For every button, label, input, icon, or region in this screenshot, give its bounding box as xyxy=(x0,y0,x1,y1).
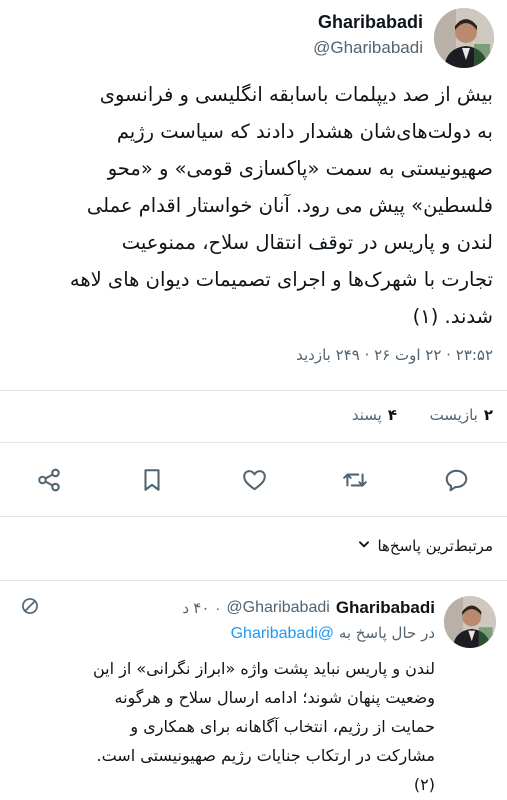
tweet-text-line: به دولت‌های‌شان هشدار دادند که سیاست رژی… xyxy=(116,120,493,143)
reply-handle[interactable]: @Gharibabadi xyxy=(226,599,329,617)
heart-icon[interactable] xyxy=(241,467,268,493)
reply-avatar[interactable] xyxy=(444,596,496,648)
replies-sort-dropdown[interactable]: مرتبط‌ترین پاسخ‌ها xyxy=(357,537,493,555)
chevron-down-icon xyxy=(357,537,371,555)
replying-to: در حال پاسخ به @Gharibabadi xyxy=(231,624,435,643)
no-entry-icon xyxy=(20,596,40,621)
replying-to-handle-link[interactable]: @Gharibabadi xyxy=(231,625,334,642)
tweet-text-line: تجارت با شهرک‌ها و اجرای تصمیمات دیوان ه… xyxy=(69,268,493,291)
comment-icon[interactable] xyxy=(443,467,470,493)
reply-text-line: وضعیت پنهان شوند؛ ادامه ارسال سلاح و هرگ… xyxy=(114,688,436,707)
like-label: پسند xyxy=(351,406,382,424)
divider xyxy=(0,390,507,391)
retweet-icon[interactable] xyxy=(341,467,369,493)
bookmark-icon[interactable] xyxy=(139,467,165,493)
divider xyxy=(0,516,507,517)
reply-time[interactable]: ۴۰ د xyxy=(182,599,209,617)
tweet-text: بیش از صد دیپلمات باسابقه انگلیسی و فران… xyxy=(8,76,493,335)
tweet-text-line: فلسطین» پیش می رود. آنان خواستار اقدام ع… xyxy=(86,194,493,217)
retweet-label: بازیست xyxy=(429,406,478,424)
reply-text: لندن و پاریس نباید پشت واژه «ابراز نگران… xyxy=(20,654,435,799)
tweet-meta: ۲۳:۵۲ · ۲۲ اوت ۲۶ · ۲۴۹ بازدید xyxy=(296,346,493,364)
tweet-text-line: بیش از صد دیپلمات باسابقه انگلیسی و فران… xyxy=(99,83,493,106)
display-name[interactable]: Gharibabadi xyxy=(318,12,423,33)
replying-to-label: در حال پاسخ به xyxy=(338,624,435,642)
divider xyxy=(0,442,507,443)
divider xyxy=(0,580,507,581)
like-stat[interactable]: ۴ پسند xyxy=(352,406,397,424)
reply-text-line: حمایت از رژیم، انتخاب آگاهانه برای همکار… xyxy=(130,717,435,736)
separator-dot: · xyxy=(215,599,221,617)
share-icon[interactable] xyxy=(36,467,62,493)
like-count: ۴ xyxy=(387,406,397,424)
reply-display-name[interactable]: Gharibabadi xyxy=(336,598,435,618)
retweet-count: ۲ xyxy=(483,406,493,424)
retweet-stat[interactable]: ۲ بازیست xyxy=(430,406,493,424)
tweet-text-line: لندن و پاریس در توقف انتقال سلاح، ممنوعی… xyxy=(121,231,493,254)
reply-header: ۴۰ د · @Gharibabadi Gharibabadi xyxy=(20,596,435,620)
tweet-text-line: صهیونیستی به سمت «پاکسازی قومی» و «محو xyxy=(107,157,493,180)
reply-text-line: لندن و پاریس نباید پشت واژه «ابراز نگران… xyxy=(92,659,435,678)
tweet-text-line: شدند. (۱) xyxy=(412,305,493,328)
replies-sort-label: مرتبط‌ترین پاسخ‌ها xyxy=(377,537,493,555)
reply-text-line: مشارکت در ارتکاب جنایات رژیم صهیونیستی ا… xyxy=(96,746,436,765)
reply-text-line: (۲) xyxy=(413,775,435,794)
handle[interactable]: @Gharibabadi xyxy=(313,38,423,58)
avatar[interactable] xyxy=(434,8,494,68)
